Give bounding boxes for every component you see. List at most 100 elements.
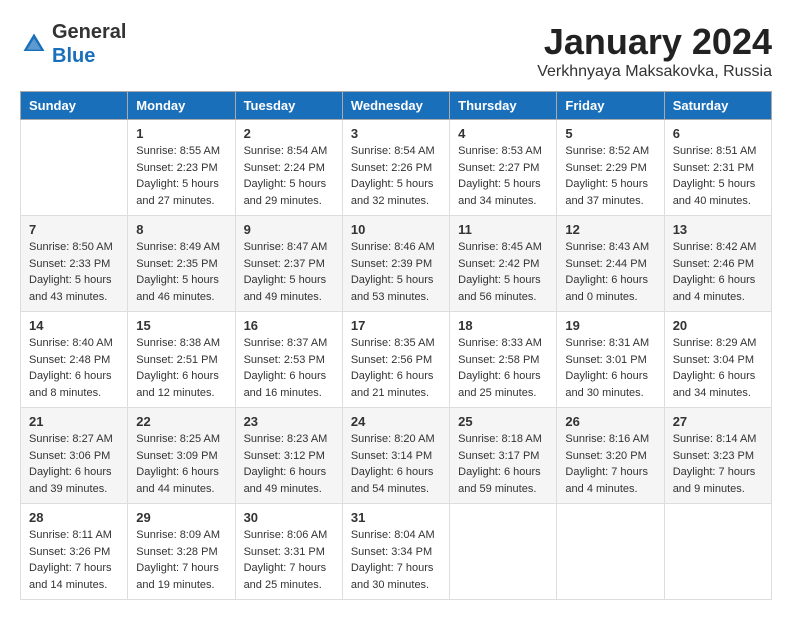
calendar-cell: 24 Sunrise: 8:20 AMSunset: 3:14 PMDayligh… xyxy=(342,408,449,504)
day-number: 25 xyxy=(458,414,548,429)
day-number: 15 xyxy=(136,318,226,333)
calendar-cell: 7 Sunrise: 8:50 AMSunset: 2:33 PMDaylight… xyxy=(21,216,128,312)
day-info: Sunrise: 8:42 AMSunset: 2:46 PMDaylight:… xyxy=(673,239,763,305)
day-number: 16 xyxy=(244,318,334,333)
day-info: Sunrise: 8:47 AMSunset: 2:37 PMDaylight:… xyxy=(244,239,334,305)
day-number: 19 xyxy=(565,318,655,333)
calendar-cell: 5Sunrise: 8:52 AMSunset: 2:29 PMDaylight… xyxy=(557,120,664,216)
logo: General Blue xyxy=(20,20,126,68)
calendar-cell: 14Sunrise: 8:40 AMSunset: 2:48 PMDayligh… xyxy=(21,312,128,408)
week-row-3: 14Sunrise: 8:40 AMSunset: 2:48 PMDayligh… xyxy=(21,312,772,408)
day-info: Sunrise: 8:25 AMSunset: 3:09 PMDaylight:… xyxy=(136,431,226,497)
calendar-cell: 2Sunrise: 8:54 AMSunset: 2:24 PMDaylight… xyxy=(235,120,342,216)
day-info: Sunrise: 8:31 AMSunset: 3:01 PMDaylight:… xyxy=(565,335,655,401)
day-info: Sunrise: 8:33 AMSunset: 2:58 PMDaylight:… xyxy=(458,335,548,401)
day-info: Sunrise: 8:55 AMSunset: 2:23 PMDaylight:… xyxy=(136,143,226,209)
calendar-cell: 31Sunrise: 8:04 AMSunset: 3:34 PMDayligh… xyxy=(342,504,449,600)
day-number: 17 xyxy=(351,318,441,333)
weekday-header-wednesday: Wednesday xyxy=(342,92,449,120)
calendar-cell: 13 Sunrise: 8:42 AMSunset: 2:46 PMDayligh… xyxy=(664,216,771,312)
weekday-header-tuesday: Tuesday xyxy=(235,92,342,120)
calendar-cell: 4Sunrise: 8:53 AMSunset: 2:27 PMDaylight… xyxy=(450,120,557,216)
day-info: Sunrise: 8:51 AMSunset: 2:31 PMDaylight:… xyxy=(673,143,763,209)
day-number: 1 xyxy=(136,126,226,141)
calendar-cell: 15 Sunrise: 8:38 AMSunset: 2:51 PMDayligh… xyxy=(128,312,235,408)
day-info: Sunrise: 8:45 AMSunset: 2:42 PMDaylight:… xyxy=(458,239,548,305)
day-info: Sunrise: 8:49 AMSunset: 2:35 PMDaylight:… xyxy=(136,239,226,305)
day-info: Sunrise: 8:35 AMSunset: 2:56 PMDaylight:… xyxy=(351,335,441,401)
day-number: 29 xyxy=(136,510,226,525)
calendar-cell: 3Sunrise: 8:54 AMSunset: 2:26 PMDaylight… xyxy=(342,120,449,216)
weekday-header-sunday: Sunday xyxy=(21,92,128,120)
location-title: Verkhnyaya Maksakovka, Russia xyxy=(537,63,772,81)
day-number: 2 xyxy=(244,126,334,141)
calendar-cell: 11 Sunrise: 8:45 AMSunset: 2:42 PMDayligh… xyxy=(450,216,557,312)
day-number: 9 xyxy=(244,222,334,237)
logo-blue-text: Blue xyxy=(52,45,95,67)
day-info: Sunrise: 8:09 AMSunset: 3:28 PMDaylight:… xyxy=(136,527,226,593)
day-number: 4 xyxy=(458,126,548,141)
day-number: 28 xyxy=(29,510,119,525)
calendar-cell: 18 Sunrise: 8:33 AMSunset: 2:58 PMDayligh… xyxy=(450,312,557,408)
calendar-cell: 21 Sunrise: 8:27 AMSunset: 3:06 PMDayligh… xyxy=(21,408,128,504)
day-number: 22 xyxy=(136,414,226,429)
calendar-cell xyxy=(557,504,664,600)
day-info: Sunrise: 8:27 AMSunset: 3:06 PMDaylight:… xyxy=(29,431,119,497)
calendar-cell xyxy=(21,120,128,216)
day-number: 11 xyxy=(458,222,548,237)
calendar-cell xyxy=(664,504,771,600)
day-info: Sunrise: 8:52 AMSunset: 2:29 PMDaylight:… xyxy=(565,143,655,209)
calendar-cell: 25Sunrise: 8:18 AMSunset: 3:17 PMDayligh… xyxy=(450,408,557,504)
day-info: Sunrise: 8:11 AMSunset: 3:26 PMDaylight:… xyxy=(29,527,119,593)
calendar-cell: 9 Sunrise: 8:47 AMSunset: 2:37 PMDaylight… xyxy=(235,216,342,312)
day-number: 24 xyxy=(351,414,441,429)
month-title: January 2024 xyxy=(537,20,772,63)
header: General Blue January 2024 Verkhnyaya Mak… xyxy=(20,20,772,81)
day-info: Sunrise: 8:14 AMSunset: 3:23 PMDaylight:… xyxy=(673,431,763,497)
calendar-cell: 26 Sunrise: 8:16 AMSunset: 3:20 PMDayligh… xyxy=(557,408,664,504)
weekday-header-thursday: Thursday xyxy=(450,92,557,120)
weekday-header-monday: Monday xyxy=(128,92,235,120)
calendar-cell: 22 Sunrise: 8:25 AMSunset: 3:09 PMDayligh… xyxy=(128,408,235,504)
day-number: 27 xyxy=(673,414,763,429)
calendar-cell: 1 Sunrise: 8:55 AMSunset: 2:23 PMDaylight… xyxy=(128,120,235,216)
weekday-header-saturday: Saturday xyxy=(664,92,771,120)
day-info: Sunrise: 8:46 AMSunset: 2:39 PMDaylight:… xyxy=(351,239,441,305)
day-info: Sunrise: 8:40 AMSunset: 2:48 PMDaylight:… xyxy=(29,335,119,401)
day-number: 18 xyxy=(458,318,548,333)
day-info: Sunrise: 8:37 AMSunset: 2:53 PMDaylight:… xyxy=(244,335,334,401)
week-row-1: 1 Sunrise: 8:55 AMSunset: 2:23 PMDaylight… xyxy=(21,120,772,216)
calendar-cell: 6 Sunrise: 8:51 AMSunset: 2:31 PMDaylight… xyxy=(664,120,771,216)
calendar-cell: 10 Sunrise: 8:46 AMSunset: 2:39 PMDayligh… xyxy=(342,216,449,312)
day-number: 30 xyxy=(244,510,334,525)
calendar-cell: 19 Sunrise: 8:31 AMSunset: 3:01 PMDayligh… xyxy=(557,312,664,408)
day-info: Sunrise: 8:43 AMSunset: 2:44 PMDaylight:… xyxy=(565,239,655,305)
logo-general-text: General xyxy=(52,21,126,43)
calendar-cell: 28 Sunrise: 8:11 AMSunset: 3:26 PMDayligh… xyxy=(21,504,128,600)
day-number: 23 xyxy=(244,414,334,429)
day-info: Sunrise: 8:23 AMSunset: 3:12 PMDaylight:… xyxy=(244,431,334,497)
day-number: 13 xyxy=(673,222,763,237)
calendar-cell: 8Sunrise: 8:49 AMSunset: 2:35 PMDaylight… xyxy=(128,216,235,312)
day-info: Sunrise: 8:16 AMSunset: 3:20 PMDaylight:… xyxy=(565,431,655,497)
day-number: 7 xyxy=(29,222,119,237)
day-number: 10 xyxy=(351,222,441,237)
calendar-cell: 16 Sunrise: 8:37 AMSunset: 2:53 PMDayligh… xyxy=(235,312,342,408)
day-info: Sunrise: 8:04 AMSunset: 3:34 PMDaylight:… xyxy=(351,527,441,593)
calendar-table: SundayMondayTuesdayWednesdayThursdayFrid… xyxy=(20,91,772,600)
week-row-5: 28 Sunrise: 8:11 AMSunset: 3:26 PMDayligh… xyxy=(21,504,772,600)
day-info: Sunrise: 8:50 AMSunset: 2:33 PMDaylight:… xyxy=(29,239,119,305)
day-info: Sunrise: 8:38 AMSunset: 2:51 PMDaylight:… xyxy=(136,335,226,401)
day-number: 3 xyxy=(351,126,441,141)
day-number: 12 xyxy=(565,222,655,237)
calendar-cell: 20Sunrise: 8:29 AMSunset: 3:04 PMDayligh… xyxy=(664,312,771,408)
day-number: 6 xyxy=(673,126,763,141)
day-info: Sunrise: 8:20 AMSunset: 3:14 PMDaylight:… xyxy=(351,431,441,497)
day-number: 26 xyxy=(565,414,655,429)
day-info: Sunrise: 8:06 AMSunset: 3:31 PMDaylight:… xyxy=(244,527,334,593)
calendar-cell: 30 Sunrise: 8:06 AMSunset: 3:31 PMDayligh… xyxy=(235,504,342,600)
title-area: January 2024 Verkhnyaya Maksakovka, Russ… xyxy=(537,20,772,81)
calendar-cell: 29 Sunrise: 8:09 AMSunset: 3:28 PMDayligh… xyxy=(128,504,235,600)
day-number: 21 xyxy=(29,414,119,429)
week-row-2: 7 Sunrise: 8:50 AMSunset: 2:33 PMDaylight… xyxy=(21,216,772,312)
